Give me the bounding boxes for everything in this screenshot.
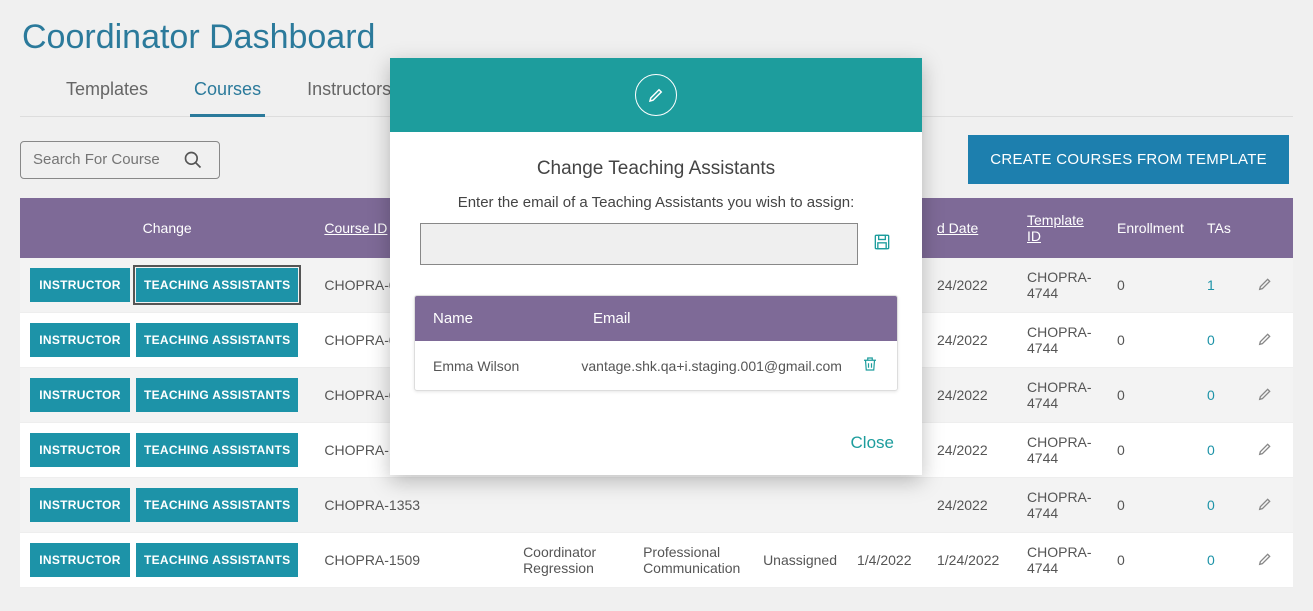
delete-ta-button[interactable] bbox=[842, 355, 879, 376]
ta-name: Emma Wilson bbox=[433, 358, 581, 374]
cell-extra2: Professional Communication bbox=[633, 533, 753, 588]
col-template-id[interactable]: Template ID bbox=[1017, 198, 1107, 258]
cell-tas: 0 bbox=[1197, 368, 1247, 423]
cell-end-date: 1/24/2022 bbox=[927, 533, 1017, 588]
ta-row: Emma Wilson vantage.shk.qa+i.staging.001… bbox=[415, 341, 897, 390]
cell-tas: 0 bbox=[1197, 423, 1247, 478]
edit-row-button[interactable] bbox=[1247, 533, 1293, 588]
page-title: Coordinator Dashboard bbox=[0, 0, 1313, 65]
create-courses-button[interactable]: CREATE COURSES FROM TEMPLATE bbox=[968, 135, 1289, 184]
ta-email: vantage.shk.qa+i.staging.001@gmail.com bbox=[581, 358, 842, 374]
teaching-assistants-button[interactable]: TEACHING ASSISTANTS bbox=[136, 323, 298, 357]
cell-course-id: CHOPRA-1509 bbox=[314, 533, 513, 588]
cell-template-id: CHOPRA-4744 bbox=[1017, 423, 1107, 478]
cell-extra3 bbox=[753, 478, 847, 533]
modal-title: Change Teaching Assistants bbox=[390, 132, 922, 194]
ta-table: Name Email Emma Wilson vantage.shk.qa+i.… bbox=[414, 295, 898, 391]
cell-tas: 0 bbox=[1197, 478, 1247, 533]
instructor-button[interactable]: INSTRUCTOR bbox=[30, 488, 130, 522]
cell-tas: 1 bbox=[1197, 258, 1247, 313]
tab-templates[interactable]: Templates bbox=[62, 69, 152, 116]
cell-enrollment: 0 bbox=[1107, 423, 1197, 478]
cell-enrollment: 0 bbox=[1107, 368, 1197, 423]
cell-end-date: 24/2022 bbox=[927, 313, 1017, 368]
cell-end-date: 24/2022 bbox=[927, 478, 1017, 533]
col-edit bbox=[1247, 198, 1293, 258]
cell-enrollment: 0 bbox=[1107, 533, 1197, 588]
edit-row-button[interactable] bbox=[1247, 478, 1293, 533]
col-enrollment: Enrollment bbox=[1107, 198, 1197, 258]
edit-row-button[interactable] bbox=[1247, 368, 1293, 423]
instructor-button[interactable]: INSTRUCTOR bbox=[30, 323, 130, 357]
tab-courses[interactable]: Courses bbox=[190, 69, 265, 117]
cell-extra2 bbox=[633, 478, 753, 533]
teaching-assistants-button[interactable]: TEACHING ASSISTANTS bbox=[136, 543, 298, 577]
instructor-button[interactable]: INSTRUCTOR bbox=[30, 268, 130, 302]
cell-end-date: 24/2022 bbox=[927, 368, 1017, 423]
close-button[interactable]: Close bbox=[851, 433, 894, 453]
cell-extra1 bbox=[513, 478, 633, 533]
col-change: Change bbox=[20, 198, 314, 258]
cell-end-date: 24/2022 bbox=[927, 258, 1017, 313]
tab-instructors[interactable]: Instructors bbox=[303, 69, 395, 116]
table-row: INSTRUCTORTEACHING ASSISTANTS CHOPRA-1353… bbox=[20, 478, 1293, 533]
cell-tas: 0 bbox=[1197, 533, 1247, 588]
cell-template-id: CHOPRA-4744 bbox=[1017, 368, 1107, 423]
cell-extra1: Coordinator Regression bbox=[513, 533, 633, 588]
cell-template-id: CHOPRA-4744 bbox=[1017, 478, 1107, 533]
search-icon bbox=[183, 150, 203, 170]
cell-end-date: 24/2022 bbox=[927, 423, 1017, 478]
cell-template-id: CHOPRA-4744 bbox=[1017, 258, 1107, 313]
change-ta-modal: Change Teaching Assistants Enter the ema… bbox=[390, 58, 922, 475]
pencil-icon bbox=[635, 74, 677, 116]
modal-header bbox=[390, 58, 922, 132]
cell-template-id: CHOPRA-4744 bbox=[1017, 313, 1107, 368]
cell-enrollment: 0 bbox=[1107, 258, 1197, 313]
cell-extra4: 1/4/2022 bbox=[847, 533, 927, 588]
col-tas: TAs bbox=[1197, 198, 1247, 258]
col-end-date[interactable]: d Date bbox=[927, 198, 1017, 258]
teaching-assistants-button[interactable]: TEACHING ASSISTANTS bbox=[136, 488, 298, 522]
ta-col-name: Name bbox=[433, 310, 593, 327]
teaching-assistants-button[interactable]: TEACHING ASSISTANTS bbox=[136, 268, 298, 302]
teaching-assistants-button[interactable]: TEACHING ASSISTANTS bbox=[136, 433, 298, 467]
save-icon[interactable] bbox=[872, 232, 892, 257]
table-row: INSTRUCTORTEACHING ASSISTANTS CHOPRA-1509… bbox=[20, 533, 1293, 588]
ta-col-email: Email bbox=[593, 310, 631, 327]
instructor-button[interactable]: INSTRUCTOR bbox=[30, 543, 130, 577]
instructor-button[interactable]: INSTRUCTOR bbox=[30, 433, 130, 467]
cell-template-id: CHOPRA-4744 bbox=[1017, 533, 1107, 588]
cell-enrollment: 0 bbox=[1107, 313, 1197, 368]
edit-row-button[interactable] bbox=[1247, 313, 1293, 368]
teaching-assistants-button[interactable]: TEACHING ASSISTANTS bbox=[136, 378, 298, 412]
cell-extra3: Unassigned bbox=[753, 533, 847, 588]
instructor-button[interactable]: INSTRUCTOR bbox=[30, 378, 130, 412]
modal-subtitle: Enter the email of a Teaching Assistants… bbox=[390, 194, 922, 223]
cell-extra4 bbox=[847, 478, 927, 533]
ta-email-input[interactable] bbox=[420, 223, 858, 265]
cell-course-id: CHOPRA-1353 bbox=[314, 478, 513, 533]
cell-tas: 0 bbox=[1197, 313, 1247, 368]
edit-row-button[interactable] bbox=[1247, 258, 1293, 313]
search-input[interactable] bbox=[33, 151, 183, 168]
search-box[interactable] bbox=[20, 141, 220, 179]
cell-enrollment: 0 bbox=[1107, 478, 1197, 533]
edit-row-button[interactable] bbox=[1247, 423, 1293, 478]
